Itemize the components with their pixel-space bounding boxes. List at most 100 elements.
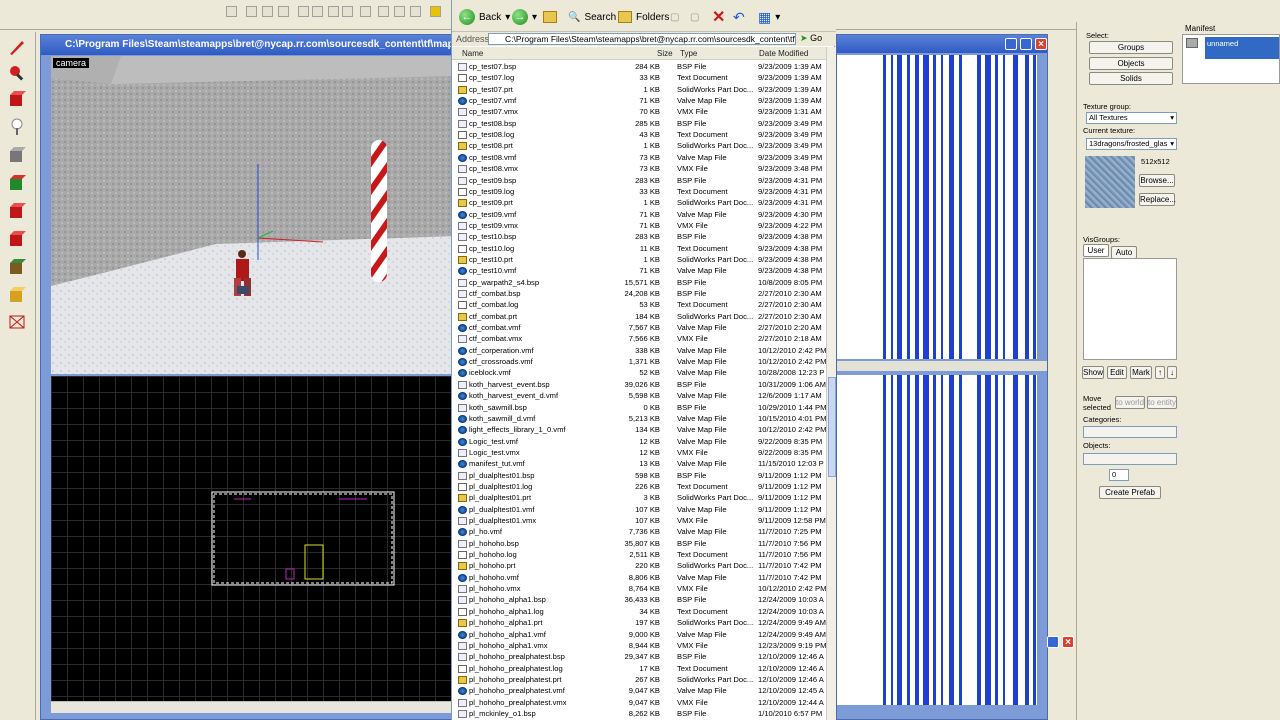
tab-user[interactable]: User [1083,244,1109,257]
address-input[interactable]: C:\Program Files\Steam\steamapps\bret@ny… [488,33,796,45]
file-row[interactable]: koth_harvest_event_d.vmf 5,598 KB Valve Ma… [452,390,826,401]
objects-count-spinner[interactable]: 0 [1109,469,1129,481]
vertical-scrollbar[interactable] [826,47,836,720]
apply-texture-icon[interactable] [5,200,29,222]
block-tool-icon[interactable] [5,88,29,110]
toolbar-button[interactable] [410,6,421,17]
to-world-button[interactable]: to world [1115,396,1145,409]
file-row[interactable]: cp_test07.prt 1 KB SolidWorks Part Doc... 9… [452,84,826,95]
file-row[interactable]: ctf_corperation.vmf 338 KB Valve Map File 1… [452,345,826,356]
categories-select[interactable] [1083,426,1177,438]
file-row[interactable]: pl_hohoho.log 2,511 KB Text Document 11/7/2… [452,549,826,560]
texture-group-select[interactable]: All Textures ▾ [1086,112,1177,124]
file-row[interactable]: manifest_tut.vmf 13 KB Valve Map File 11/15… [452,458,826,469]
file-row[interactable]: cp_test10.prt 1 KB SolidWorks Part Doc... 9… [452,254,826,265]
file-row[interactable]: cp_test10.bsp 283 KB BSP File 9/23/2009 4:3… [452,231,826,242]
folders-button[interactable]: Folders [618,7,669,27]
column-type[interactable]: Type [680,49,697,58]
file-row[interactable]: koth_sawmill_d.vmf 5,213 KB Valve Map File… [452,413,826,424]
delete-button[interactable]: ✕ [712,7,725,27]
forward-button[interactable]: → ▾ [512,7,537,27]
groups-button[interactable]: Groups [1089,41,1173,54]
file-row[interactable]: ctf_combat.vmf 7,567 KB Valve Map File 2/27… [452,322,826,333]
file-row[interactable]: pl_hohoho_prealphatest.prt 267 KB SolidWor… [452,674,826,685]
file-row[interactable]: Logic_test.vmx 12 KB VMX File 9/22/2009 8:3… [452,447,826,458]
file-row[interactable]: pl_hohoho.prt 220 KB SolidWorks Part Doc..… [452,560,826,571]
file-row[interactable]: pl_hohoho_prealphatest.vmf 9,047 KB Valve … [452,685,826,696]
file-row[interactable]: pl_mckinley_o1.bsp 8,262 KB BSP File 1/10/2… [452,708,826,719]
file-row[interactable]: cp_test09.vmf 71 KB Valve Map File 9/23/200… [452,209,826,220]
file-row[interactable]: cp_test07.vmx 70 KB VMX File 9/23/2009 1:31… [452,106,826,117]
move-up-button[interactable]: ↑ [1155,366,1165,379]
views-button[interactable]: ▦ ▾ [758,7,780,27]
file-row[interactable]: pl_hohoho.vmx 8,764 KB VMX File 10/12/2010 … [452,583,826,594]
file-row[interactable]: cp_test07.bsp 284 KB BSP File 9/23/2009 1:3… [452,61,826,72]
up-folder-button[interactable] [543,7,557,27]
file-row[interactable]: cp_test08.bsp 285 KB BSP File 9/23/2009 3:4… [452,118,826,129]
file-row[interactable]: pl_hohoho_alpha1.log 34 KB Text Document 12… [452,606,826,617]
move-down-button[interactable]: ↓ [1167,366,1177,379]
file-row[interactable]: cp_test09.bsp 283 KB BSP File 9/23/2009 4:3… [452,175,826,186]
3d-camera-view[interactable]: camera [51,56,459,374]
show-button[interactable]: Show [1082,366,1104,379]
file-row[interactable]: pl_hohoho_alpha1.bsp 36,433 KB BSP File 12/… [452,594,826,605]
file-row[interactable]: cp_test08.log 43 KB Text Document 9/23/2009… [452,129,826,140]
toolbar-button[interactable] [262,6,273,17]
file-row[interactable]: pl_dualpltest01.log 226 KB Text Document 9/… [452,481,826,492]
file-row[interactable]: iceblock.vmf 52 KB Valve Map File 10/28/200… [452,367,826,378]
file-row[interactable]: cp_test08.prt 1 KB SolidWorks Part Doc... 9… [452,140,826,151]
back-button[interactable]: ← Back ▾ [459,7,510,27]
file-row[interactable]: pl_hohoho.bsp 35,807 KB BSP File 11/7/2010 … [452,538,826,549]
side-view-bottom[interactable] [837,375,1037,705]
manifest-item[interactable]: unnamed [1205,37,1279,59]
file-row[interactable]: ctf_crossroads.vmf 1,371 KB Valve Map File… [452,356,826,367]
column-size[interactable]: Size [657,49,673,58]
file-row[interactable]: koth_sawmill.bsp 0 KB BSP File 10/29/2010 1… [452,402,826,413]
camera-tool-icon[interactable] [5,116,29,138]
replace-button[interactable]: Replace... [1139,193,1176,206]
column-date-modified[interactable]: Date Modified [759,49,808,58]
toolbar-button[interactable] [328,6,339,17]
file-row[interactable]: pl_hohoho.vmf 8,806 KB Valve Map File 11/7/… [452,572,826,583]
file-row[interactable]: cp_test10.log 11 KB Text Document 9/23/2009… [452,243,826,254]
file-row[interactable]: pl_hohoho_prealphatest.log 17 KB Text Docu… [452,663,826,674]
objects-button[interactable]: Objects [1089,57,1173,70]
file-row[interactable]: cp_test09.log 33 KB Text Document 9/23/2009… [452,186,826,197]
file-row[interactable]: Logic_test.vmf 12 KB Valve Map File 9/22/20… [452,436,826,447]
vertex-tool-icon[interactable] [5,310,29,332]
search-button[interactable]: 🔍 Search [568,7,616,27]
file-row[interactable]: pl_hohoho_alpha1.vmx 8,944 KB VMX File 12/2… [452,640,826,651]
file-row[interactable]: light_effects_library_1_0.vmf 134 KB Valve… [452,424,826,435]
clip-tool-icon[interactable] [5,284,29,306]
file-row[interactable]: cp_test08.vmf 73 KB Valve Map File 9/23/200… [452,152,826,163]
toolbar-button[interactable] [360,6,371,17]
file-row[interactable]: cp_test09.prt 1 KB SolidWorks Part Doc... 9… [452,197,826,208]
toolbar-button[interactable] [298,6,309,17]
close-button[interactable]: × [1062,636,1074,648]
file-row[interactable]: ctf_combat.prt 184 KB SolidWorks Part Doc.… [452,311,826,322]
copy-to-button[interactable]: ▢ [690,7,699,27]
file-row[interactable]: pl_dualpltest01.vmx 107 KB VMX File 9/11/20… [452,515,826,526]
go-button[interactable]: ➤ Go [800,33,822,44]
toolbar-button[interactable] [378,6,389,17]
side-view-top[interactable] [837,55,1037,359]
2d-top-view[interactable] [51,376,459,703]
file-row[interactable]: pl_hohoho_prealphatest.vmx 9,047 KB VMX Fi… [452,697,826,708]
file-row[interactable]: pl_hohoho_alpha1.vmf 9,000 KB Valve Map Fi… [452,629,826,640]
visgroups-list[interactable] [1083,258,1177,360]
current-texture-select[interactable]: 13dragons/frosted_glas ▾ [1086,138,1177,150]
pencil-tool-icon[interactable] [5,36,29,58]
restore-button[interactable] [1047,636,1059,648]
minimize-button[interactable] [1005,38,1017,50]
file-row[interactable]: cp_test07.vmf 71 KB Valve Map File 9/23/200… [452,95,826,106]
toolbar-button[interactable] [246,6,257,17]
magnify-tool-icon[interactable] [5,62,29,84]
file-row[interactable]: koth_harvest_event.bsp 39,026 KB BSP File 1… [452,379,826,390]
file-row[interactable]: pl_hohoho_prealphatest.bsp 29,347 KB BSP F… [452,651,826,662]
edit-button[interactable]: Edit [1107,366,1127,379]
file-row[interactable]: ctf_combat.vmx 7,566 KB VMX File 2/27/2010 … [452,333,826,344]
overlay-tool-icon[interactable] [5,256,29,278]
undo-button[interactable]: ↶ [733,7,745,27]
file-row[interactable]: ctf_combat.log 53 KB Text Document 2/27/201… [452,299,826,310]
file-row[interactable]: cp_test07.log 33 KB Text Document 9/23/2009… [452,72,826,83]
